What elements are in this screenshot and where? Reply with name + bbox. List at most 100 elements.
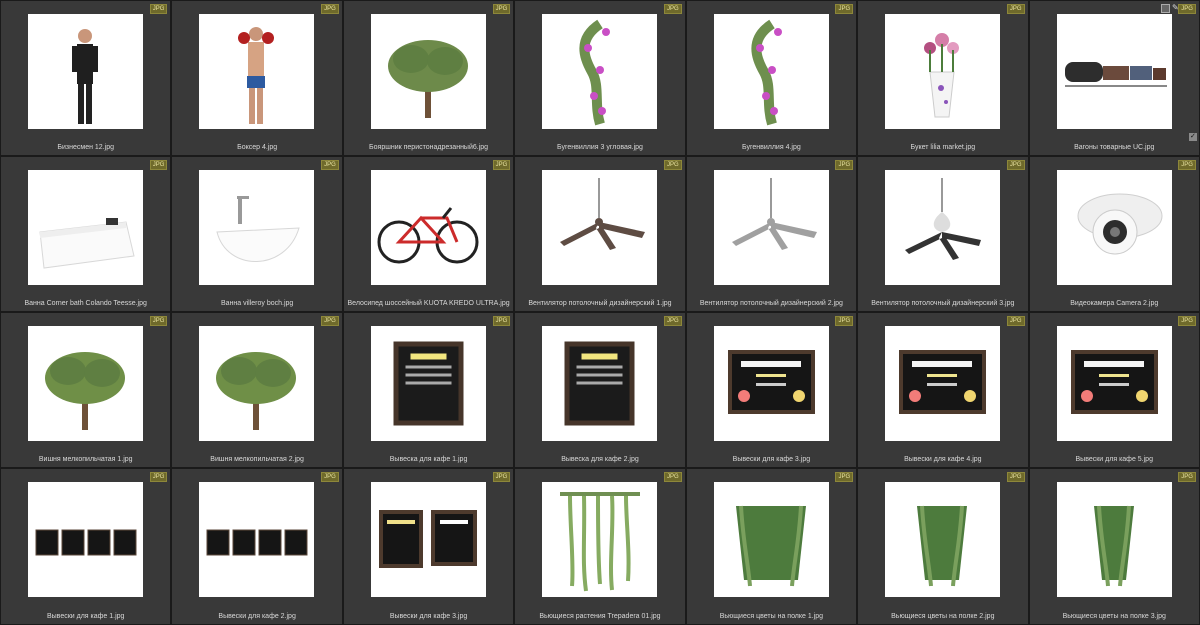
thumbnail-image[interactable]: [28, 14, 143, 129]
file-type-badge: JPG: [664, 316, 682, 326]
thumbnail-cell[interactable]: JPG Бугенвиллия 3 угловая.jpg: [514, 0, 686, 156]
thumbnail-cell[interactable]: JPG Бояршник перистонадрезанный6.jpg: [342, 0, 515, 156]
thumbnail-caption: Вывески для кафе 1.jpg: [46, 613, 125, 620]
file-type-badge: JPG: [321, 316, 339, 326]
bougainvillea-icon: [751, 19, 782, 126]
thumbnail-caption: Вьющиеся цветы на полке 1.jpg: [719, 613, 824, 620]
thumbnail-image[interactable]: [199, 170, 315, 285]
thumbnail-caption: Боксер 4.jpg: [237, 144, 278, 151]
thumbnail-caption: Бугенвиллия 4.jpg: [742, 144, 801, 151]
thumbnail-image[interactable]: [885, 14, 1001, 129]
thumbnail-cell[interactable]: JPG Букет lilia market.jpg: [857, 0, 1029, 156]
thumbnail-cell[interactable]: JPG Вывески для кафе 1.jpg: [0, 468, 172, 625]
file-type-badge: JPG: [1178, 4, 1196, 14]
thumbnail-cell[interactable]: JPG Вывески для кафе 3.jpg: [342, 468, 515, 625]
file-type-badge: JPG: [321, 472, 339, 482]
thumbnail-cell[interactable]: JPG Вывески для кафе 3.jpg: [685, 312, 858, 468]
bougainvillea-icon: [579, 19, 611, 126]
file-type-badge: JPG: [664, 160, 682, 170]
thumbnail-image[interactable]: [542, 170, 658, 285]
thumbnail-image[interactable]: [1056, 14, 1172, 129]
thumbnail-cell[interactable]: JPG Вишня мелкопильчатая 2.jpg: [171, 312, 343, 468]
thumbnail-cell[interactable]: JPG Вьющиеся растения Trepadera 01.jpg: [514, 468, 686, 625]
thumbnail-image[interactable]: [542, 14, 658, 129]
thumbnail-caption: Бизнесмен 12.jpg: [57, 144, 114, 151]
thumbnail-image[interactable]: [28, 170, 143, 285]
thumbnail-cell[interactable]: JPG Вагоны товарные UC.jpg ✎ ✓: [1028, 0, 1200, 156]
thumbnail-image[interactable]: [885, 482, 1001, 597]
thumbnail-cell[interactable]: JPG Бугенвиллия 4.jpg: [685, 0, 858, 156]
thumbnail-image[interactable]: [542, 326, 658, 441]
thumbnail-cell[interactable]: JPG Вентилятор потолочный дизайнерский 1.…: [514, 156, 686, 312]
file-type-badge: JPG: [1006, 472, 1025, 482]
thumbnail-caption: Вывески для кафе 5.jpg: [1075, 456, 1153, 463]
thumbnail-cell[interactable]: JPG Вьющиеся цветы на полке 2.jpg: [857, 468, 1029, 625]
thumbnail-grid: JPG Бизнесмен 12.jpg JPG Боксер 4.jpg JPG Боя…: [0, 0, 1200, 625]
thumbnail-image[interactable]: [713, 326, 829, 441]
bouquet-vase-icon: [924, 33, 960, 118]
file-type-badge: JPG: [321, 160, 339, 170]
thumbnail-image[interactable]: [885, 326, 1001, 441]
thumbnail-caption: Велосипед шоссейный KUOTA KREDO ULTRA.jp…: [347, 300, 510, 307]
thumbnail-image[interactable]: [542, 482, 658, 597]
thumbnail-image[interactable]: [713, 14, 829, 129]
thumbnail-image[interactable]: [370, 14, 486, 129]
thumbnail-image[interactable]: [1056, 170, 1172, 285]
bathtub-corner-icon: [39, 218, 135, 269]
thumbnail-image[interactable]: [28, 326, 143, 441]
file-type-badge: JPG: [835, 160, 854, 170]
thumbnail-caption: Вишня мелкопильчатая 2.jpg: [210, 456, 304, 463]
thumbnail-caption: Вентилятор потолочный дизайнерский 1.jpg: [528, 300, 672, 307]
thumbnail-cell[interactable]: JPG Вывески для кафе 4.jpg: [857, 312, 1029, 468]
file-type-badge: JPG: [1178, 316, 1196, 326]
file-type-badge: JPG: [1006, 4, 1025, 14]
thumbnail-cell[interactable]: JPG Ванна Corner bath Colando Teesse.jpg: [0, 156, 172, 312]
thumbnail-caption: Вывеска для кафе 1.jpg: [389, 456, 468, 463]
thumbnail-cell[interactable]: JPG Вывески для кафе 5.jpg: [1028, 312, 1200, 468]
thumbnail-caption: Вывески для кафе 2.jpg: [218, 613, 296, 620]
thumbnail-image[interactable]: [1056, 326, 1172, 441]
file-type-badge: JPG: [1178, 472, 1196, 482]
thumbnail-cell[interactable]: JPG Вишня мелкопильчатая 1.jpg: [0, 312, 172, 468]
thumbnail-image[interactable]: [370, 482, 486, 597]
thumbnail-image[interactable]: [1056, 482, 1172, 597]
thumbnail-image[interactable]: [370, 170, 486, 285]
thumbnail-cell[interactable]: JPG Велосипед шоссейный KUOTA KREDO ULTRA…: [342, 156, 515, 312]
square-icon[interactable]: [1160, 4, 1170, 13]
thumbnail-cell[interactable]: JPG Ванна villeroy boch.jpg: [171, 156, 343, 312]
thumbnail-image[interactable]: [199, 482, 315, 597]
hanging-plant-icon: [560, 492, 641, 592]
hanging-grass-icon: [1093, 505, 1134, 587]
thumbnail-image[interactable]: [199, 326, 315, 441]
file-type-badge: JPG: [149, 316, 168, 326]
thumbnail-cell[interactable]: JPG Вывеска для кафе 1.jpg: [342, 312, 515, 468]
thumbnail-cell[interactable]: JPG Вывески для кафе 2.jpg: [171, 468, 343, 625]
ceiling-fan-icon: [731, 178, 817, 250]
thumbnail-image[interactable]: [199, 14, 315, 129]
edit-icon[interactable]: ✎: [1172, 4, 1180, 12]
file-type-badge: JPG: [835, 472, 854, 482]
file-type-badge: JPG: [492, 4, 511, 14]
thumbnail-cell[interactable]: JPG Вьющиеся цветы на полке 1.jpg: [685, 468, 858, 625]
file-type-badge: JPG: [149, 160, 168, 170]
file-type-badge: JPG: [664, 472, 682, 482]
file-type-badge: JPG: [1006, 316, 1025, 326]
thumbnail-image[interactable]: [885, 170, 1001, 285]
cherry-tree-icon: [216, 352, 297, 430]
thumbnail-cell[interactable]: JPG Боксер 4.jpg: [171, 0, 343, 156]
thumbnail-cell[interactable]: JPG Бизнесмен 12.jpg: [0, 0, 172, 156]
thumbnail-cell[interactable]: JPG Вентилятор потолочный дизайнерский 2.…: [685, 156, 858, 312]
thumbnail-image[interactable]: [28, 482, 143, 597]
thumbnail-cell[interactable]: JPG Видеокамера Camera 2.jpg: [1028, 156, 1200, 312]
thumbnail-cell[interactable]: JPG Вентилятор потолочный дизайнерский 3.…: [857, 156, 1029, 312]
thumbnail-cell[interactable]: JPG Вьющиеся цветы на полке 3.jpg: [1028, 468, 1200, 625]
thumbnail-image[interactable]: [713, 170, 829, 285]
file-type-badge: JPG: [492, 472, 511, 482]
ceiling-fan-lamp-icon: [905, 178, 982, 260]
chalkboard-menu-icon: [564, 341, 635, 426]
thumbnail-image[interactable]: [713, 482, 829, 597]
thumbnail-image[interactable]: [370, 326, 486, 441]
thumbnail-cell[interactable]: JPG Вывеска для кафе 2.jpg: [514, 312, 686, 468]
check-icon[interactable]: ✓: [1188, 133, 1197, 141]
bathtub-freestanding-icon: [216, 196, 301, 262]
